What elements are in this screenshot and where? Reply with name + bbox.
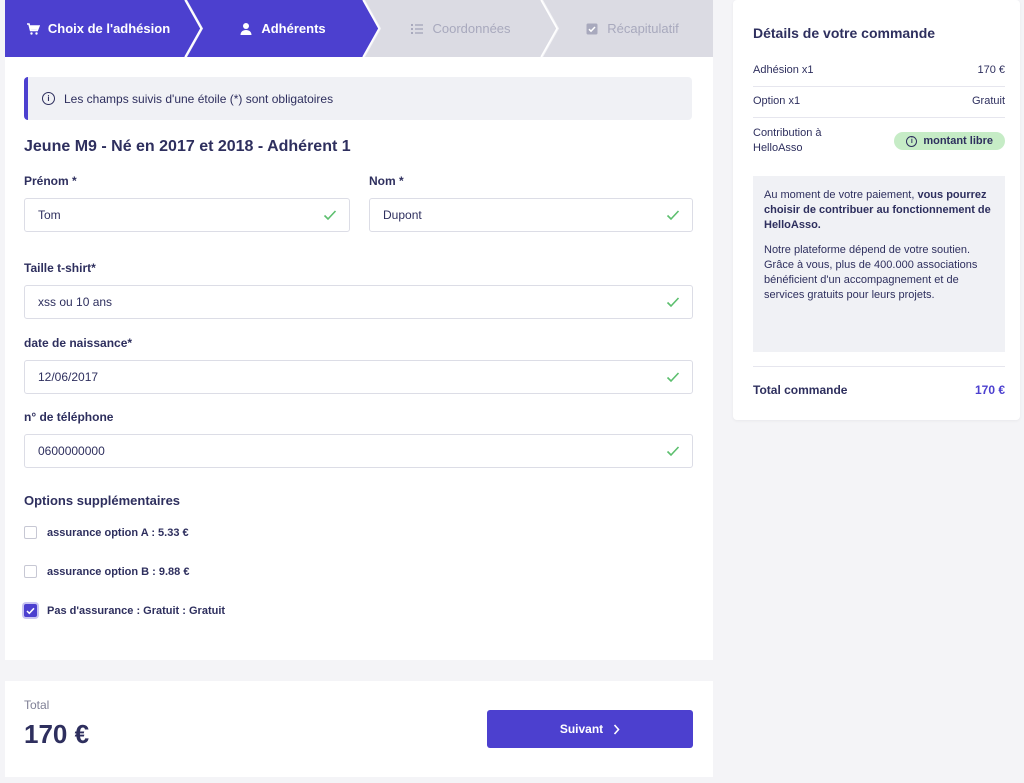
notice-text: Les champs suivis d'une étoile (*) sont … — [64, 91, 334, 106]
prenom-value: Tom — [38, 208, 61, 222]
check-icon — [323, 210, 337, 221]
step-choix-adhesion[interactable]: Choix de l'adhésion — [5, 0, 191, 57]
order-details-card: Détails de votre commande Adhésion x1 17… — [733, 0, 1020, 420]
info-paragraph-2: Notre plateforme dépend de votre soutien… — [764, 244, 978, 301]
cart-icon — [26, 22, 40, 36]
checkbox-icon — [585, 22, 599, 36]
order-option-value: Gratuit — [971, 95, 1005, 107]
nom-field[interactable]: Dupont — [369, 198, 693, 232]
telephone-value: 0600000000 — [38, 444, 105, 458]
taille-value: xss ou 10 ans — [38, 295, 113, 309]
check-icon — [666, 297, 680, 308]
step-adherents[interactable]: Adhérents — [195, 0, 370, 57]
member-form-card: i Les champs suivis d'une étoile (*) son… — [5, 57, 713, 660]
taille-label: Taille t-shirt* — [24, 261, 96, 275]
naissance-field[interactable]: 12/06/2017 — [24, 360, 693, 394]
info-icon: i — [42, 92, 55, 105]
badge-label: montant libre — [923, 135, 993, 147]
check-icon — [666, 446, 680, 457]
naissance-value: 12/06/2017 — [38, 370, 99, 384]
required-fields-notice: i Les champs suivis d'une étoile (*) son… — [24, 77, 692, 120]
telephone-field[interactable]: 0600000000 — [24, 434, 693, 468]
option-pas-assurance[interactable]: Pas d'assurance : Gratuit : Gratuit — [24, 604, 225, 617]
user-icon — [239, 22, 253, 36]
nom-value: Dupont — [383, 208, 422, 222]
check-icon — [666, 372, 680, 383]
total-amount: 170 € — [24, 719, 90, 749]
step-label: Coordonnées — [432, 21, 511, 36]
list-icon — [410, 22, 424, 36]
divider — [753, 117, 1005, 118]
option-label: Pas d'assurance : Gratuit : Gratuit — [47, 604, 226, 617]
total-bar: Total 170 € Suivant — [5, 681, 713, 777]
check-icon — [666, 210, 680, 221]
step-recapitulatif: Récapitulatif — [551, 0, 713, 57]
info-paragraph-1: Au moment de votre paiement, vous pourre… — [764, 188, 994, 233]
info-text: Au moment de votre paiement, — [764, 189, 918, 201]
order-total-value: 170 € — [974, 383, 1005, 397]
nom-label: Nom * — [369, 174, 404, 188]
step-label: Récapitulatif — [607, 21, 679, 36]
step-coordonnees: Coordonnées — [373, 0, 548, 57]
divider — [753, 86, 1005, 87]
order-total-row: Total commande 170 € — [753, 383, 1005, 397]
naissance-label: date de naissance* — [24, 336, 133, 350]
order-contribution-label: Contribution à HelloAsso — [753, 127, 822, 154]
option-checkbox[interactable] — [24, 526, 37, 539]
contribution-info-box: Au moment de votre paiement, vous pourre… — [753, 176, 1005, 352]
option-label: assurance option B : 9.88 € — [47, 565, 190, 578]
stepper: Choix de l'adhésion Adhérents Coordonnée… — [5, 0, 713, 57]
chevron-right-icon — [614, 723, 620, 735]
order-title: Détails de votre commande — [753, 25, 936, 41]
checkmark-icon — [26, 607, 35, 614]
info-icon: i — [906, 135, 918, 147]
total-label: Total — [24, 698, 50, 712]
option-checkbox-checked[interactable] — [24, 604, 37, 617]
prenom-field[interactable]: Tom — [24, 198, 350, 232]
montant-libre-badge[interactable]: i montant libre — [894, 132, 1005, 150]
option-assurance-a[interactable]: assurance option A : 5.33 € — [24, 526, 189, 539]
option-label: assurance option A : 5.33 € — [47, 526, 189, 539]
step-label: Adhérents — [261, 21, 326, 36]
next-button-label: Suivant — [559, 722, 604, 736]
order-row-contribution: Contribution à HelloAsso i montant libre — [753, 126, 1005, 156]
next-button[interactable]: Suivant — [487, 710, 693, 748]
order-row-adhesion: Adhésion x1 170 € — [753, 64, 1005, 76]
member-section-title: Jeune M9 - Né en 2017 et 2018 - Adhérent… — [24, 138, 351, 155]
telephone-label: n° de téléphone — [24, 410, 114, 424]
order-adhesion-label: Adhésion x1 — [753, 64, 814, 76]
order-adhesion-value: 170 € — [977, 64, 1005, 76]
order-total-label: Total commande — [753, 383, 848, 397]
order-row-option: Option x1 Gratuit — [753, 95, 1005, 107]
options-title: Options supplémentaires — [24, 493, 181, 508]
taille-field[interactable]: xss ou 10 ans — [24, 285, 693, 319]
step-label: Choix de l'adhésion — [47, 21, 171, 36]
order-option-label: Option x1 — [753, 95, 801, 107]
divider — [753, 366, 1005, 367]
prenom-label: Prénom * — [24, 174, 77, 188]
option-assurance-b[interactable]: assurance option B : 9.88 € — [24, 565, 189, 578]
option-checkbox[interactable] — [24, 565, 37, 578]
